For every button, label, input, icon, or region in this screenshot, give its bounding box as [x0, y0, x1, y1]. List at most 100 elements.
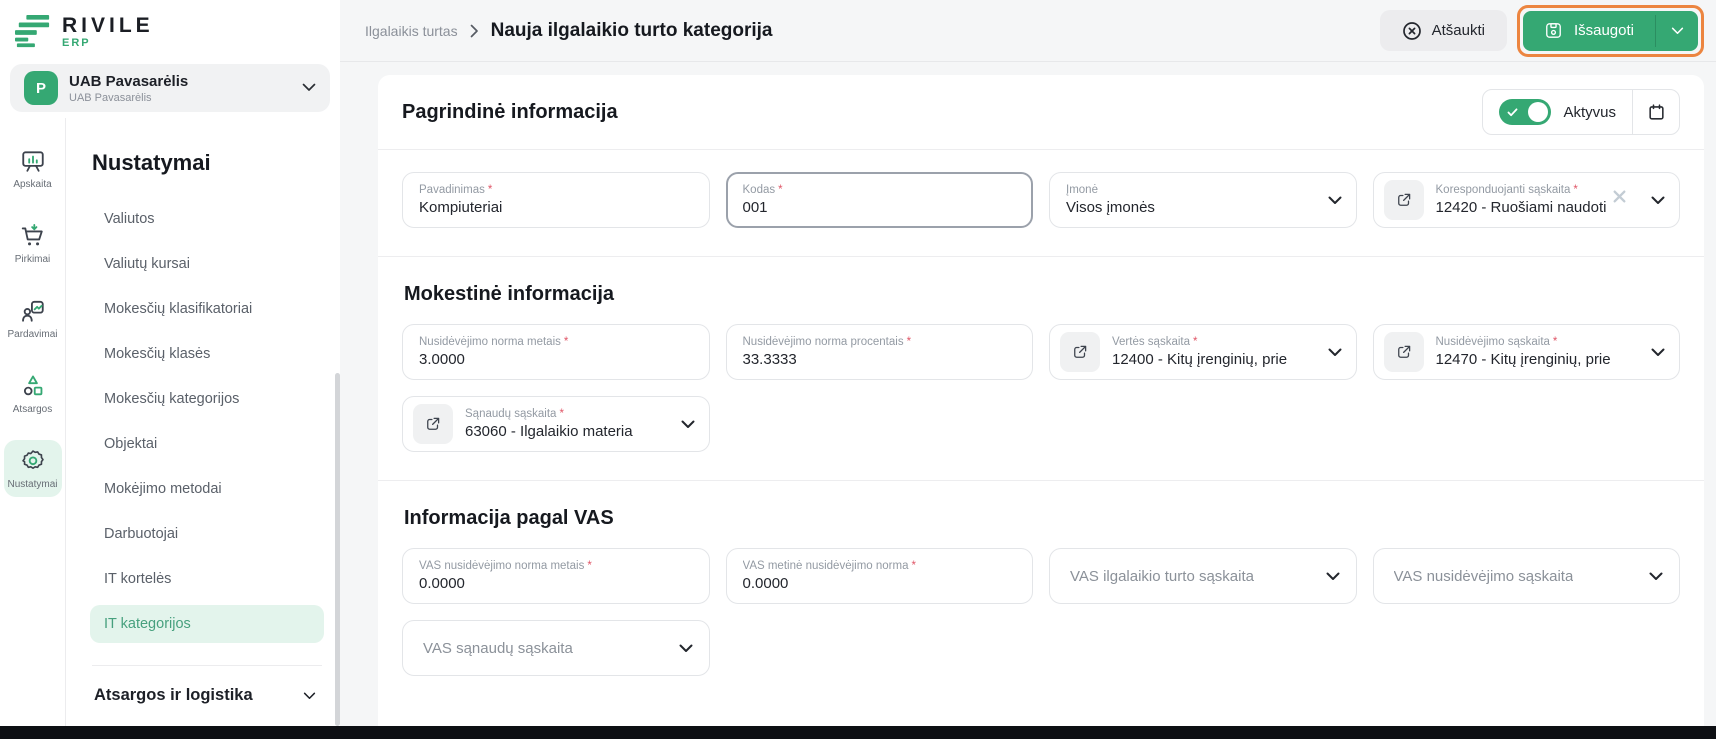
field-vas-nusidevejimo-norma-metais[interactable]: VAS nusidėvėjimo norma metais* 0.0000: [402, 548, 710, 604]
field-value: Kompiuteriai: [419, 199, 695, 216]
active-toggle[interactable]: Aktyvus: [1483, 99, 1632, 125]
menu-item-objektai[interactable]: Objektai: [90, 425, 324, 463]
field-value: 0.0000: [743, 575, 1019, 592]
page-title: Nauja ilgalaikio turto kategorija: [491, 20, 773, 42]
field-nusidevejimo-norma-procentais[interactable]: Nusidėvėjimo norma procentais* 33.3333: [726, 324, 1034, 380]
sales-person-icon: [20, 298, 46, 324]
field-pavadinimas[interactable]: Pavadinimas* Kompiuteriai: [402, 172, 710, 228]
select-placeholder: VAS nusidėvėjimo sąskaita: [1394, 568, 1574, 585]
external-link-icon: [1395, 343, 1413, 361]
sidebar-item-pardavimai[interactable]: Pardavimai: [4, 290, 62, 347]
sidebar-item-atsargos[interactable]: Atsargos: [4, 365, 62, 422]
section-title-pagrindine: Pagrindinė informacija: [402, 101, 618, 124]
sidebar-item-apskaita[interactable]: Apskaita: [4, 140, 62, 197]
menu-item-mokesciu-kategorijos[interactable]: Mokesčių kategorijos: [90, 380, 324, 418]
cart-icon: [20, 223, 46, 249]
field-label: Nusidėvėjimo norma procentais*: [743, 336, 1019, 348]
chevron-down-icon: [1651, 348, 1665, 357]
status-toggle-group: Aktyvus: [1482, 89, 1680, 135]
breadcrumb: Ilgalaikis turtas Nauja ilgalaikio turto…: [365, 20, 773, 42]
gear-icon: [20, 448, 46, 474]
field-value: 001: [743, 199, 1019, 216]
field-value: 12470 - Kitų įrenginių, prie: [1436, 351, 1644, 368]
field-koresponduojanti-saskaita[interactable]: Koresponduojanti sąskaita* 12420 - Ruoši…: [1373, 172, 1681, 228]
field-sanaudu-saskaita[interactable]: Sąnaudų sąskaita* 63060 - Ilgalaikio mat…: [402, 396, 710, 452]
field-value: 63060 - Ilgalaikio materia: [465, 423, 673, 440]
field-value: 0.0000: [419, 575, 695, 592]
field-kodas[interactable]: Kodas* 001: [726, 172, 1034, 228]
sidebar: RIVILE ERP P UAB Pavasarėlis UAB Pavasar…: [0, 0, 340, 726]
menu-item-valiutos[interactable]: Valiutos: [90, 200, 324, 238]
external-link-icon: [1071, 343, 1089, 361]
cancel-label: Atšaukti: [1432, 22, 1485, 39]
sidebar-item-nustatymai[interactable]: Nustatymai: [4, 440, 62, 497]
menu-item-darbuotojai[interactable]: Darbuotojai: [90, 515, 324, 553]
menu-item-mokesciu-klasifikatoriai[interactable]: Mokesčių klasifikatoriai: [90, 290, 324, 328]
field-vas-metine-nusidevejimo-norma[interactable]: VAS metinė nusidėvėjimo norma* 0.0000: [726, 548, 1034, 604]
external-link-icon: [424, 415, 442, 433]
chevron-down-icon: [679, 644, 693, 653]
required-asterisk: *: [1573, 184, 1577, 196]
rail-label: Pirkimai: [15, 254, 51, 265]
field-label: Kodas*: [743, 184, 1019, 196]
rail-label: Pardavimai: [7, 329, 57, 340]
menu-group-label: Atsargos ir logistika: [94, 686, 253, 705]
company-subtitle: UAB Pavasarėlis: [69, 92, 291, 104]
required-asterisk: *: [564, 336, 568, 348]
breadcrumb-parent[interactable]: Ilgalaikis turtas: [365, 23, 458, 39]
bottom-bar: [0, 726, 1716, 739]
external-link-button[interactable]: [1384, 180, 1424, 220]
required-asterisk: *: [559, 408, 563, 420]
field-vas-ilgalaikio-turto-saskaita[interactable]: VAS ilgalaikio turto sąskaita: [1049, 548, 1357, 604]
field-nusidevejimo-norma-metais[interactable]: Nusidėvėjimo norma metais* 3.0000: [402, 324, 710, 380]
menu-item-it-korteles[interactable]: IT kortelės: [90, 560, 324, 598]
company-avatar: P: [24, 71, 58, 105]
chevron-down-icon: [1326, 572, 1340, 581]
field-nusidevejimo-saskaita[interactable]: Nusidėvėjimo sąskaita* 12470 - Kitų įren…: [1373, 324, 1681, 380]
app-root: RIVILE ERP P UAB Pavasarėlis UAB Pavasar…: [0, 0, 1716, 739]
select-placeholder: VAS ilgalaikio turto sąskaita: [1070, 568, 1254, 585]
external-link-button[interactable]: [1384, 332, 1424, 372]
brand-logo[interactable]: RIVILE ERP: [0, 0, 340, 56]
sidebar-item-pirkimai[interactable]: Pirkimai: [4, 215, 62, 272]
company-selector[interactable]: P UAB Pavasarėlis UAB Pavasarėlis: [10, 64, 330, 112]
brand-name: RIVILE: [62, 15, 154, 37]
calendar-button[interactable]: [1633, 90, 1679, 134]
required-asterisk: *: [587, 560, 591, 572]
save-label: Išsaugoti: [1574, 22, 1634, 39]
field-value: 12400 - Kitų įrenginių, prie: [1112, 351, 1320, 368]
menu-title: Nustatymai: [92, 150, 324, 176]
main-area: Ilgalaikis turtas Nauja ilgalaikio turto…: [340, 0, 1716, 726]
field-imone[interactable]: Įmonė Visos įmonės: [1049, 172, 1357, 228]
menu-item-valiutu-kursai[interactable]: Valiutų kursai: [90, 245, 324, 283]
required-asterisk: *: [1193, 336, 1197, 348]
external-link-button[interactable]: [1060, 332, 1100, 372]
required-asterisk: *: [488, 184, 492, 196]
toggle-switch[interactable]: [1499, 99, 1551, 125]
menu-item-mokejimo-metodai[interactable]: Mokėjimo metodai: [90, 470, 324, 508]
external-link-icon: [1395, 191, 1413, 209]
clear-icon[interactable]: [1612, 189, 1627, 204]
field-label: Vertės sąskaita*: [1112, 336, 1320, 348]
select-placeholder: VAS sąnaudų sąskaita: [423, 640, 573, 657]
field-value: Visos įmonės: [1066, 199, 1320, 216]
menu-group-atsargos-ir-logistika[interactable]: Atsargos ir logistika: [90, 684, 324, 705]
topbar: Ilgalaikis turtas Nauja ilgalaikio turto…: [340, 0, 1716, 62]
section-vas: Informacija pagal VAS VAS nusidėvėjimo n…: [378, 481, 1704, 704]
field-label: Sąnaudų sąskaita*: [465, 408, 673, 420]
field-vas-sanaudu-saskaita[interactable]: VAS sąnaudų sąskaita: [402, 620, 710, 676]
save-button[interactable]: Išsaugoti: [1523, 11, 1655, 51]
menu-item-it-kategorijos[interactable]: IT kategorijos: [90, 605, 324, 643]
cancel-button[interactable]: Atšaukti: [1380, 10, 1507, 51]
section-pagrindine: Pavadinimas* Kompiuteriai Kodas* 001: [378, 150, 1704, 256]
field-vertes-saskaita[interactable]: Vertės sąskaita* 12400 - Kitų įrenginių,…: [1049, 324, 1357, 380]
save-button-highlight: Išsaugoti: [1517, 5, 1704, 57]
form-card: Pagrindinė informacija Aktyvus: [378, 75, 1704, 726]
chevron-down-icon: [302, 79, 316, 97]
external-link-button[interactable]: [413, 404, 453, 444]
menu-item-mokesciu-klases[interactable]: Mokesčių klasės: [90, 335, 324, 373]
check-icon: [1507, 104, 1518, 122]
field-vas-nusidevejimo-saskaita[interactable]: VAS nusidėvėjimo sąskaita: [1373, 548, 1681, 604]
save-dropdown-button[interactable]: [1656, 11, 1698, 51]
company-name: UAB Pavasarėlis: [69, 73, 291, 90]
